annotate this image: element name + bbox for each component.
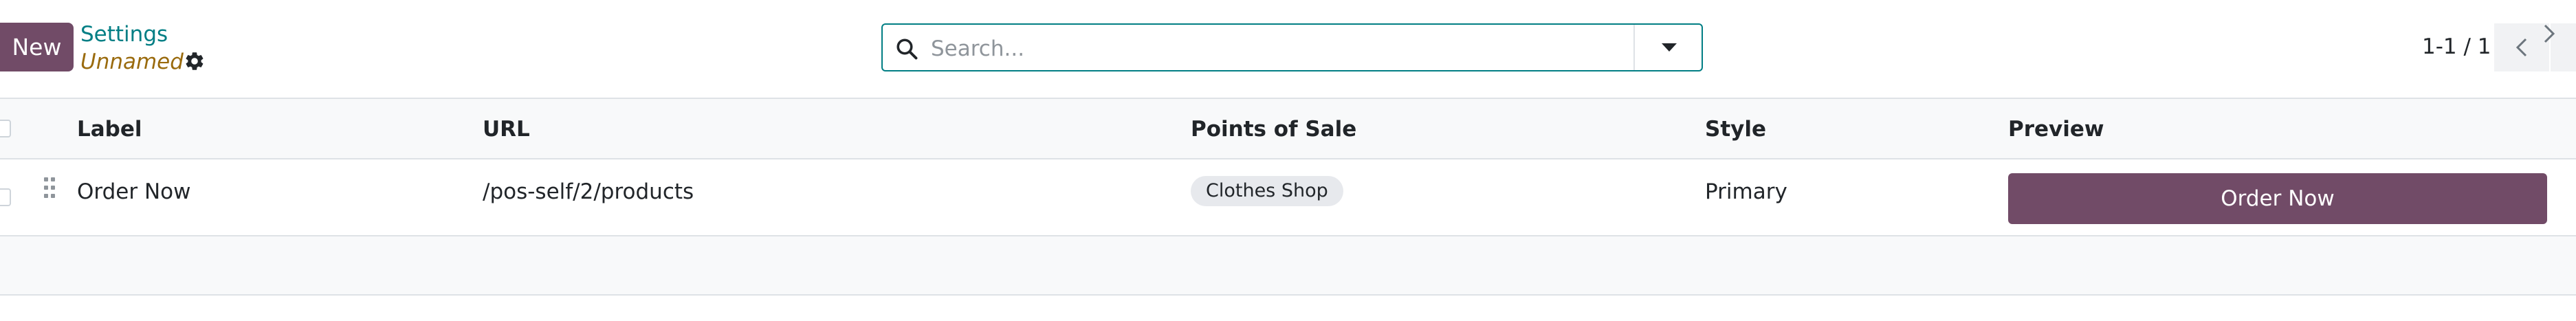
column-header-preview[interactable]: Preview [2008, 117, 2104, 142]
pager-next-button[interactable] [2544, 23, 2576, 71]
record-name[interactable]: Unnamed [80, 49, 184, 74]
pager-value[interactable]: 1-1 / 1 [2422, 34, 2491, 59]
new-button[interactable]: New [0, 23, 74, 71]
row-url[interactable]: /pos-self/2/products [483, 179, 694, 204]
breadcrumb-settings-link[interactable]: Settings [80, 22, 168, 47]
drag-handle-icon[interactable] [44, 177, 58, 201]
preview-button[interactable]: Order Now [2008, 173, 2547, 224]
caret-down-icon [1662, 43, 1677, 52]
table-header: Label URL Points of Sale Style Preview [0, 98, 2576, 159]
search-icon[interactable] [894, 36, 919, 61]
list-view: Label URL Points of Sale Style Preview O… [0, 98, 2576, 298]
select-all-checkbox[interactable] [0, 120, 11, 137]
column-header-url[interactable]: URL [483, 117, 530, 142]
table-row[interactable]: Order Now /pos-self/2/products Clothes S… [0, 159, 2576, 236]
row-select-checkbox[interactable] [0, 188, 11, 206]
control-panel: New Settings Unnamed 1-1 / 1 [0, 0, 2576, 98]
column-header-label[interactable]: Label [77, 117, 142, 142]
gear-icon[interactable] [184, 50, 206, 72]
point-of-sale-tag[interactable]: Clothes Shop [1191, 176, 1343, 206]
column-header-points-of-sale[interactable]: Points of Sale [1191, 117, 1356, 142]
search-options-toggle[interactable] [1633, 25, 1702, 70]
search-input[interactable] [929, 32, 1688, 66]
column-header-style[interactable]: Style [1705, 117, 1766, 142]
search-bar [881, 23, 1703, 71]
row-style[interactable]: Primary [1705, 179, 1787, 204]
list-empty-filler [0, 236, 2576, 296]
row-label[interactable]: Order Now [77, 179, 190, 204]
